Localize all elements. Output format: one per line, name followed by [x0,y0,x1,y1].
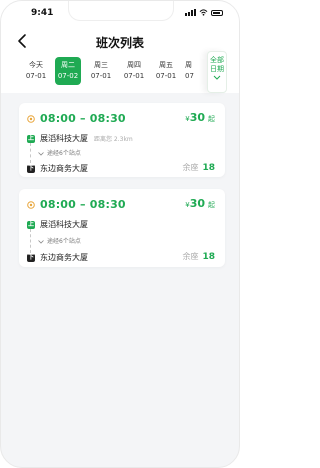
alight-stop: 下 东边商务大厦 [27,252,88,263]
date-weekday: 今天 [29,61,43,69]
all-dates-button[interactable]: 全部 日期 [207,51,227,93]
trip-time: 08:00 – 08:30 [40,112,126,125]
via-stops[interactable]: 途经6个站点 [38,236,81,245]
alight-badge: 下 [27,164,35,173]
via-stops-label: 途经6个站点 [47,238,81,245]
status-time: 9:41 [31,8,54,18]
board-stop-name: 展滔科技大厦 [40,134,88,143]
date-tab[interactable]: 周三 07-01 [88,57,114,85]
date-tab[interactable]: 周四 07-01 [121,57,147,85]
header-area: 9:41 班次列表 今天 07-01 周二 07-02 周三 07-01 周四 … [1,1,239,93]
price-amount: 30 [189,111,205,124]
date-day: 07-01 [90,72,112,80]
clock-icon [27,114,35,123]
price-unit: 起 [208,115,215,123]
trip-card[interactable]: 08:00 – 08:30 ¥30 起 上 展滔科技大厦 途经6个站点 下 东边商… [19,189,225,267]
signal-icon [185,9,196,16]
seats-label: 余座 [182,252,199,261]
date-tab-selected[interactable]: 周二 07-02 [55,57,81,85]
board-stop: 上 展滔科技大厦 [27,219,88,230]
seats-label: 余座 [182,163,199,172]
alight-stop-name: 东边商务大厦 [40,164,88,173]
date-day: 07-01 [123,72,145,80]
seats-count: 18 [202,252,215,262]
board-badge: 上 [27,220,35,229]
trip-card[interactable]: 08:00 – 08:30 ¥30 起 上 展滔科技大厦 距离您 2.3km 途经… [19,103,225,177]
route-line [30,143,32,163]
status-icons [185,9,223,16]
seats-count: 18 [202,163,215,173]
chevron-down-icon [213,75,221,80]
date-day: 07-02 [57,72,79,80]
via-stops-label: 途经6个站点 [47,150,81,157]
alight-stop: 下 东边商务大厦 [27,163,88,174]
date-day: 07-01 [155,72,177,80]
alight-badge: 下 [27,253,35,262]
board-stop-name: 展滔科技大厦 [40,220,88,229]
all-dates-label-2: 日期 [210,65,224,73]
date-weekday: 周 [185,61,192,69]
trip-price: ¥30 起 [185,111,215,124]
all-dates-label-1: 全部 [210,56,224,64]
status-bar: 9:41 [1,1,239,27]
price-unit: 起 [208,201,215,209]
trip-price: ¥30 起 [185,197,215,210]
date-weekday: 周三 [94,61,108,69]
chevron-down-icon [38,151,44,156]
trip-time-row: 08:00 – 08:30 [27,112,126,125]
date-weekday: 周二 [61,61,75,69]
chevron-down-icon [38,239,44,244]
date-weekday: 周四 [127,61,141,69]
notch [68,1,174,21]
clock-icon [27,200,35,209]
battery-icon [211,9,223,16]
date-tab[interactable]: 今天 07-01 [23,57,49,85]
page-title: 班次列表 [95,36,144,50]
board-badge: 上 [27,134,35,143]
route-line [30,229,32,253]
trip-time-row: 08:00 – 08:30 [27,198,126,211]
date-tab[interactable]: 周五 07-01 [153,57,179,85]
via-stops[interactable]: 途经6个站点 [38,148,81,157]
date-day: 07 [185,72,194,80]
seats-remaining: 余座 18 [182,251,215,262]
distance-text: 距离您 2.3km [94,136,133,143]
date-tab[interactable]: 周 07 [185,57,199,85]
trip-time: 08:00 – 08:30 [40,198,126,211]
alight-stop-name: 东边商务大厦 [40,253,88,262]
date-day: 07-01 [25,72,47,80]
date-selector: 今天 07-01 周二 07-02 周三 07-01 周四 07-01 周五 0… [1,51,239,93]
date-weekday: 周五 [159,61,173,69]
nav-bar: 班次列表 [1,27,239,57]
board-stop: 上 展滔科技大厦 距离您 2.3km [27,133,133,144]
phone-screen: 9:41 班次列表 今天 07-01 周二 07-02 周三 07-01 周四 … [0,0,240,468]
price-amount: 30 [189,197,205,210]
seats-remaining: 余座 18 [182,162,215,173]
wifi-icon [199,9,208,16]
